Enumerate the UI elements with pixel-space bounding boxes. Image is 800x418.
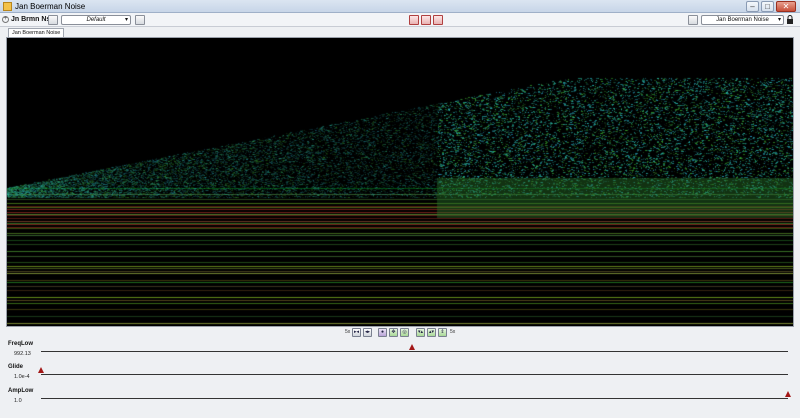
param-slider-track[interactable]: [41, 398, 788, 399]
window-title: Jan Boerman Noise: [15, 2, 86, 11]
param-value: 1.0e-4: [14, 374, 30, 380]
minimize-button[interactable]: –: [746, 1, 759, 12]
instrument-dropdown[interactable]: Jan Boerman Noise ▾: [701, 15, 784, 25]
spectrogram-panel[interactable]: [6, 37, 794, 327]
maximize-button[interactable]: □: [761, 1, 774, 12]
v-expand-icon[interactable]: ▴▾: [427, 328, 436, 337]
spectrogram-canvas[interactable]: [7, 38, 793, 326]
h-shrink-icon[interactable]: ▸◂: [352, 328, 361, 337]
delete-icon[interactable]: [409, 15, 419, 25]
param-name: Glide: [8, 364, 24, 370]
param-slider-handle[interactable]: [409, 344, 416, 350]
lock-icon[interactable]: [786, 15, 796, 25]
param-freqlow: FreqLow 992.13: [0, 341, 800, 365]
tools-icon[interactable]: [433, 15, 443, 25]
instrument-value: Jan Boerman Noise: [716, 17, 769, 23]
param-amplow: AmpLow 1.0: [0, 388, 800, 412]
tab-strip: Jan Boerman Noise: [0, 27, 800, 37]
chevron-down-icon: ▾: [124, 17, 128, 23]
app-icon: [3, 2, 12, 11]
camera-icon[interactable]: [48, 15, 58, 25]
h-expand-icon[interactable]: ◂▸: [363, 328, 372, 337]
move-icon[interactable]: ✥: [389, 328, 398, 337]
gear-icon[interactable]: [688, 15, 698, 25]
v-fit-icon[interactable]: ⇕: [438, 328, 447, 337]
param-name: AmpLow: [8, 388, 34, 394]
param-value: 1.0: [14, 398, 22, 404]
select-icon[interactable]: ●: [378, 328, 387, 337]
param-value: 992.13: [14, 351, 31, 357]
save-icon[interactable]: [421, 15, 431, 25]
preset-dropdown[interactable]: Default ▾: [61, 15, 131, 25]
chevron-down-icon: ▾: [777, 17, 781, 23]
window-titlebar: Jan Boerman Noise – □ ✕: [0, 0, 800, 13]
preset-value: Default: [86, 17, 106, 23]
plugin-short-name: Jn Brmn Ns: [11, 16, 51, 23]
plugin-toolbar: + Jn Brmn Ns Default ▾ Jan Boerman Noise…: [0, 13, 800, 27]
copy-icon[interactable]: [135, 15, 145, 25]
v-shrink-icon[interactable]: ▾▴: [416, 328, 425, 337]
close-button[interactable]: ✕: [776, 1, 796, 12]
target-icon[interactable]: ◎: [400, 328, 409, 337]
param-slider-track[interactable]: [41, 374, 788, 375]
param-name: FreqLow: [8, 341, 33, 347]
tab-jan-boerman-noise[interactable]: Jan Boerman Noise: [8, 28, 65, 37]
zoom-out-label: 5x: [345, 329, 351, 335]
expand-plus-icon[interactable]: +: [2, 16, 9, 23]
param-glide: Glide 1.0e-4: [0, 364, 800, 388]
param-slider-handle[interactable]: [38, 367, 44, 373]
param-slider-track[interactable]: [41, 351, 788, 352]
zoom-in-label: 5x: [450, 329, 456, 335]
param-slider-handle[interactable]: [785, 391, 791, 397]
view-controls: 5x ▸◂ ◂▸ ● ✥ ◎ ▾▴ ▴▾ ⇕ 5x: [0, 327, 800, 338]
